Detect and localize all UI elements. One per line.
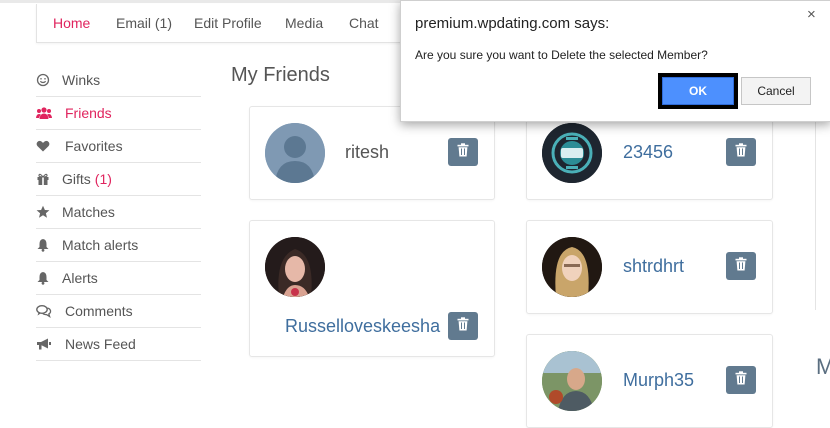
sidebar-item-match-alerts[interactable]: Match alerts: [36, 229, 201, 262]
trash-icon: [735, 142, 747, 162]
nav-edit-profile[interactable]: Edit Profile: [194, 15, 262, 31]
friend-name[interactable]: Murph35: [623, 370, 694, 391]
sidebar-item-winks[interactable]: Winks: [36, 64, 201, 97]
sidebar-item-label: Match alerts: [62, 237, 139, 253]
bell-icon: [36, 238, 50, 252]
sidebar-item-friends[interactable]: Friends: [36, 97, 201, 130]
sidebar-item-label: Alerts: [62, 270, 98, 286]
sidebar-item-gifts[interactable]: Gifts (1): [36, 163, 201, 196]
users-icon: [36, 106, 52, 120]
sidebar: Winks Friends Favorites Gifts (1) Matche…: [36, 64, 201, 361]
top-navigation: Home Email (1) Edit Profile Media Chat: [36, 4, 418, 43]
sidebar-item-label: Matches: [62, 204, 115, 220]
sidebar-item-favorites[interactable]: Favorites: [36, 130, 201, 163]
close-icon[interactable]: ×: [807, 6, 816, 23]
sidebar-item-label: Favorites: [65, 138, 123, 154]
avatar[interactable]: [542, 351, 602, 411]
right-panel-heading: M: [816, 354, 830, 379]
page-title: My Friends: [231, 64, 330, 86]
sidebar-item-comments[interactable]: Comments: [36, 295, 201, 328]
smile-icon: [36, 73, 50, 87]
bullhorn-icon: [36, 337, 52, 351]
sidebar-item-label: News Feed: [65, 336, 136, 352]
friend-name[interactable]: shtrdhrt: [623, 256, 684, 277]
nav-media[interactable]: Media: [285, 15, 323, 31]
bell-icon: [36, 271, 50, 285]
sidebar-item-label: Gifts: [62, 171, 91, 187]
avatar[interactable]: [542, 237, 602, 297]
gifts-count: (1): [94, 171, 112, 187]
friend-name[interactable]: 23456: [623, 142, 673, 163]
nav-chat[interactable]: Chat: [349, 15, 379, 31]
star-icon: [36, 205, 50, 219]
comments-icon: [36, 304, 52, 318]
delete-button[interactable]: [726, 138, 756, 166]
friend-card: shtrdhrt: [526, 220, 773, 314]
sidebar-item-news-feed[interactable]: News Feed: [36, 328, 201, 361]
friend-card: Murph35: [526, 334, 773, 428]
delete-button[interactable]: [448, 138, 478, 166]
delete-button[interactable]: [726, 366, 756, 394]
delete-button[interactable]: [448, 312, 478, 340]
avatar[interactable]: [542, 123, 602, 183]
trash-icon: [735, 256, 747, 276]
trash-icon: [735, 370, 747, 390]
avatar[interactable]: [265, 237, 325, 297]
sidebar-item-label: Friends: [65, 105, 112, 121]
friend-card: Russelloveskeesha: [249, 220, 495, 357]
sidebar-item-label: Comments: [65, 303, 133, 319]
nav-email[interactable]: Email (1): [116, 15, 172, 31]
trash-icon: [457, 316, 469, 336]
sidebar-item-matches[interactable]: Matches: [36, 196, 201, 229]
cancel-button[interactable]: Cancel: [741, 77, 811, 105]
friend-name[interactable]: ritesh: [345, 142, 389, 163]
ok-button[interactable]: OK: [662, 77, 734, 105]
confirm-dialog: premium.wpdating.com says: × Are you sur…: [400, 0, 830, 122]
nav-home[interactable]: Home: [53, 15, 90, 31]
delete-button[interactable]: [726, 252, 756, 280]
dialog-message: Are you sure you want to Delete the sele…: [415, 48, 708, 62]
sidebar-item-alerts[interactable]: Alerts: [36, 262, 201, 295]
avatar[interactable]: [265, 123, 325, 183]
sidebar-item-label: Winks: [62, 72, 101, 88]
trash-icon: [457, 142, 469, 162]
heart-icon: [36, 139, 50, 153]
ok-focus-ring: OK: [658, 73, 738, 109]
gift-icon: [36, 172, 50, 186]
dialog-title: premium.wpdating.com says:: [415, 15, 610, 32]
friend-name[interactable]: Russelloveskeesha: [285, 316, 440, 337]
